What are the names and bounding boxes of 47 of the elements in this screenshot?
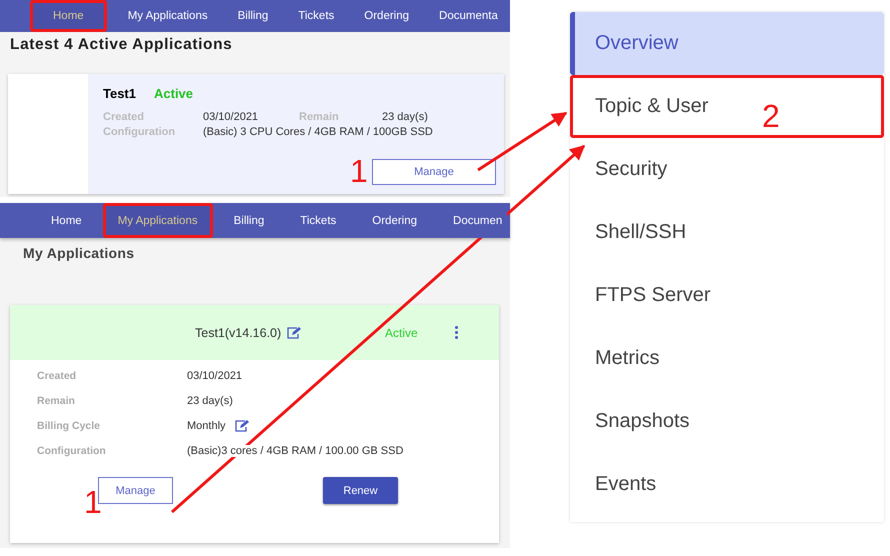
field-label: Configuration [103, 126, 176, 138]
field-value: 23 day(s) [187, 395, 233, 407]
nav-tab[interactable]: Documenta [430, 0, 507, 32]
manage-button[interactable]: Manage [98, 477, 173, 504]
field-label: Remain [37, 395, 76, 407]
field-label: Billing Cycle [37, 420, 102, 432]
menu-item[interactable]: Security [570, 138, 884, 201]
field-value: 23 day(s) [382, 111, 429, 123]
edit-icon[interactable] [287, 326, 302, 338]
section-heading: Latest 4 Active Applications [10, 36, 234, 54]
manage-button[interactable]: Manage [372, 159, 496, 185]
nav-tab[interactable]: Billing [228, 0, 278, 32]
field-value: (Basic) 3 CPU Cores / 4GB RAM / 100GB SSD [203, 126, 434, 138]
nav-tab[interactable]: Documen [448, 203, 508, 238]
field-value: 03/10/2021 [203, 111, 260, 123]
renew-button[interactable]: Renew [323, 477, 398, 504]
field-label: Configuration [37, 445, 107, 457]
field-label: Created [103, 111, 145, 123]
nav-tab[interactable]: Billing [218, 203, 280, 238]
nav-tab[interactable]: Ordering [357, 203, 432, 238]
field-value: Monthly [187, 420, 226, 432]
step-number: 2 [762, 100, 780, 132]
more-icon[interactable] [455, 326, 458, 339]
menu-item[interactable]: Snapshots [570, 390, 884, 453]
menu-item[interactable]: Shell/SSH [570, 201, 884, 264]
menu-item[interactable]: FTPS Server [570, 264, 884, 327]
nav-tab[interactable]: Home [30, 0, 107, 32]
nav-tab[interactable]: Ordering [355, 0, 418, 32]
menu-item[interactable]: Events [570, 453, 884, 516]
menu-item[interactable]: Metrics [570, 327, 884, 390]
nav-tab[interactable]: My Applications [102, 203, 213, 238]
field-label: Created [37, 370, 78, 382]
step-number: 1 [350, 155, 368, 187]
app-name: Test1 [103, 86, 136, 101]
status-text: Active [154, 86, 194, 101]
nav-tab[interactable]: Tickets [285, 203, 352, 238]
edit-icon[interactable] [234, 420, 249, 432]
app-name: Test1(v14.16.0) [195, 326, 282, 340]
status-text: Active [385, 326, 419, 340]
nav-tab[interactable]: My Applications [118, 0, 217, 32]
field-value: 03/10/2021 [187, 370, 242, 382]
nav-tab[interactable]: Home [36, 203, 97, 238]
nav-tab[interactable]: Tickets [289, 0, 344, 32]
field-label: Remain [299, 111, 340, 123]
menu-item[interactable]: Overview [570, 12, 884, 75]
field-value: (Basic)3 cores / 4GB RAM / 100.00 GB SSD [187, 445, 404, 457]
section-heading: My Applications [23, 245, 136, 261]
